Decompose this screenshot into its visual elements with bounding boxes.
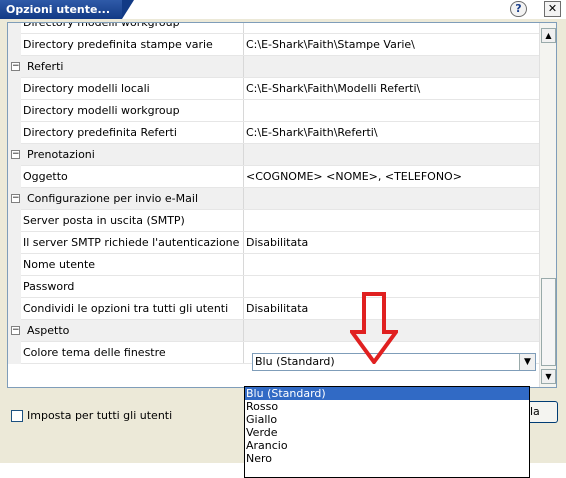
property-value[interactable]: <COGNOME> <NOME>, <TELEFONO>	[244, 166, 540, 187]
row-margin	[8, 276, 21, 298]
property-name: Directory modelli locali	[8, 78, 244, 99]
theme-color-dropdown-list[interactable]: Blu (Standard) Rosso Giallo Verde Arancio Ner…	[244, 386, 530, 478]
dropdown-option[interactable]: Giallo	[245, 413, 529, 426]
category-label: Prenotazioni	[8, 144, 244, 165]
property-value[interactable]: C:\E-Shark\Faith\Stampe Varie\	[244, 34, 540, 55]
property-rows: Directory modelli workgroup Directory pre…	[8, 23, 540, 364]
property-value	[244, 188, 540, 209]
checkbox-box[interactable]	[11, 410, 23, 422]
window-title: Opzioni utente...	[0, 0, 134, 19]
property-name: Directory modelli workgroup	[8, 100, 244, 121]
property-value[interactable]: C:\E-Shark\Faith\Referti\	[244, 122, 540, 143]
property-value[interactable]	[244, 100, 540, 121]
row-margin	[8, 298, 21, 320]
property-value	[244, 56, 540, 77]
row-margin	[8, 78, 21, 100]
property-row[interactable]: Directory modelli locali C:\E-Shark\Faith…	[8, 78, 540, 100]
row-margin	[8, 232, 21, 254]
category-row[interactable]: − Aspetto	[8, 320, 540, 342]
row-margin	[8, 254, 21, 276]
dropdown-option[interactable]: Rosso	[245, 400, 529, 413]
property-value[interactable]: Disabilitata	[244, 232, 540, 253]
vertical-scrollbar[interactable]: ▲ ▼	[539, 23, 556, 387]
property-name: Il server SMTP richiede l'autenticazione	[8, 232, 244, 253]
property-row[interactable]: Condividi le opzioni tra tutti gli utent…	[8, 298, 540, 320]
property-row[interactable]: Nome utente	[8, 254, 540, 276]
red-arrow-annotation	[350, 292, 398, 364]
property-value[interactable]	[244, 254, 540, 275]
property-row[interactable]: Password	[8, 276, 540, 298]
property-name: Directory predefinita stampe varie	[8, 34, 244, 55]
cancel-button[interactable]: la	[528, 401, 558, 423]
category-label: Referti	[8, 56, 244, 77]
category-row[interactable]: − Referti	[8, 56, 540, 78]
property-value[interactable]: C:\E-Shark\Faith\Modelli Referti\	[244, 78, 540, 99]
dropdown-option[interactable]: Arancio	[245, 439, 529, 452]
row-margin	[8, 34, 21, 56]
scroll-down-button[interactable]: ▼	[541, 369, 556, 384]
category-row[interactable]: − Prenotazioni	[8, 144, 540, 166]
property-row[interactable]: Oggetto <COGNOME> <NOME>, <TELEFONO>	[8, 166, 540, 188]
property-name: Directory modelli workgroup	[8, 23, 244, 33]
property-name: Colore tema delle finestre	[8, 342, 244, 363]
property-name: Condividi le opzioni tra tutti gli utent…	[8, 298, 244, 319]
theme-color-value: Blu (Standard)	[255, 355, 335, 368]
dropdown-option[interactable]: Nero	[245, 452, 529, 465]
category-label: Aspetto	[8, 320, 244, 341]
dropdown-option[interactable]: Blu (Standard)	[245, 387, 529, 400]
dialog-body: Directory modelli workgroup Directory pre…	[0, 19, 566, 478]
property-row[interactable]: Server posta in uscita (SMTP)	[8, 210, 540, 232]
property-row[interactable]: Directory predefinita Referti C:\E-Shark\…	[8, 122, 540, 144]
property-row[interactable]: Directory modelli workgroup	[8, 100, 540, 122]
row-margin	[8, 166, 21, 188]
row-margin	[8, 100, 21, 122]
scroll-thumb[interactable]	[541, 278, 556, 366]
title-bar: Opzioni utente... ? ✕	[0, 0, 566, 19]
property-name: Nome utente	[8, 254, 244, 275]
property-name: Oggetto	[8, 166, 244, 187]
property-value[interactable]	[244, 210, 540, 231]
row-margin	[8, 210, 21, 232]
property-name: Password	[8, 276, 244, 297]
property-row[interactable]: Directory modelli workgroup	[8, 23, 540, 34]
collapse-icon[interactable]: −	[11, 150, 20, 159]
collapse-icon[interactable]: −	[11, 194, 20, 203]
apply-all-users-checkbox[interactable]: Imposta per tutti gli utenti	[11, 409, 172, 423]
property-grid: Directory modelli workgroup Directory pre…	[7, 22, 557, 388]
property-value	[244, 144, 540, 165]
help-button[interactable]: ?	[510, 1, 527, 17]
dropdown-arrow-icon[interactable]: ▼	[519, 354, 535, 370]
row-margin	[8, 122, 21, 144]
property-name: Directory predefinita Referti	[8, 122, 244, 143]
property-name: Server posta in uscita (SMTP)	[8, 210, 244, 231]
close-button[interactable]: ✕	[544, 1, 561, 17]
collapse-icon[interactable]: −	[11, 326, 20, 335]
row-margin	[8, 23, 21, 34]
category-label: Configurazione per invio e-Mail	[8, 188, 244, 209]
collapse-icon[interactable]: −	[11, 62, 20, 71]
property-row[interactable]: Il server SMTP richiede l'autenticazione…	[8, 232, 540, 254]
row-margin	[8, 342, 21, 364]
property-row[interactable]: Directory predefinita stampe varie C:\E-S…	[8, 34, 540, 56]
apply-all-users-label: Imposta per tutti gli utenti	[27, 409, 173, 422]
category-row[interactable]: − Configurazione per invio e-Mail	[8, 188, 540, 210]
property-value[interactable]	[244, 23, 540, 33]
scroll-up-button[interactable]: ▲	[541, 28, 556, 43]
dropdown-option[interactable]: Verde	[245, 426, 529, 439]
